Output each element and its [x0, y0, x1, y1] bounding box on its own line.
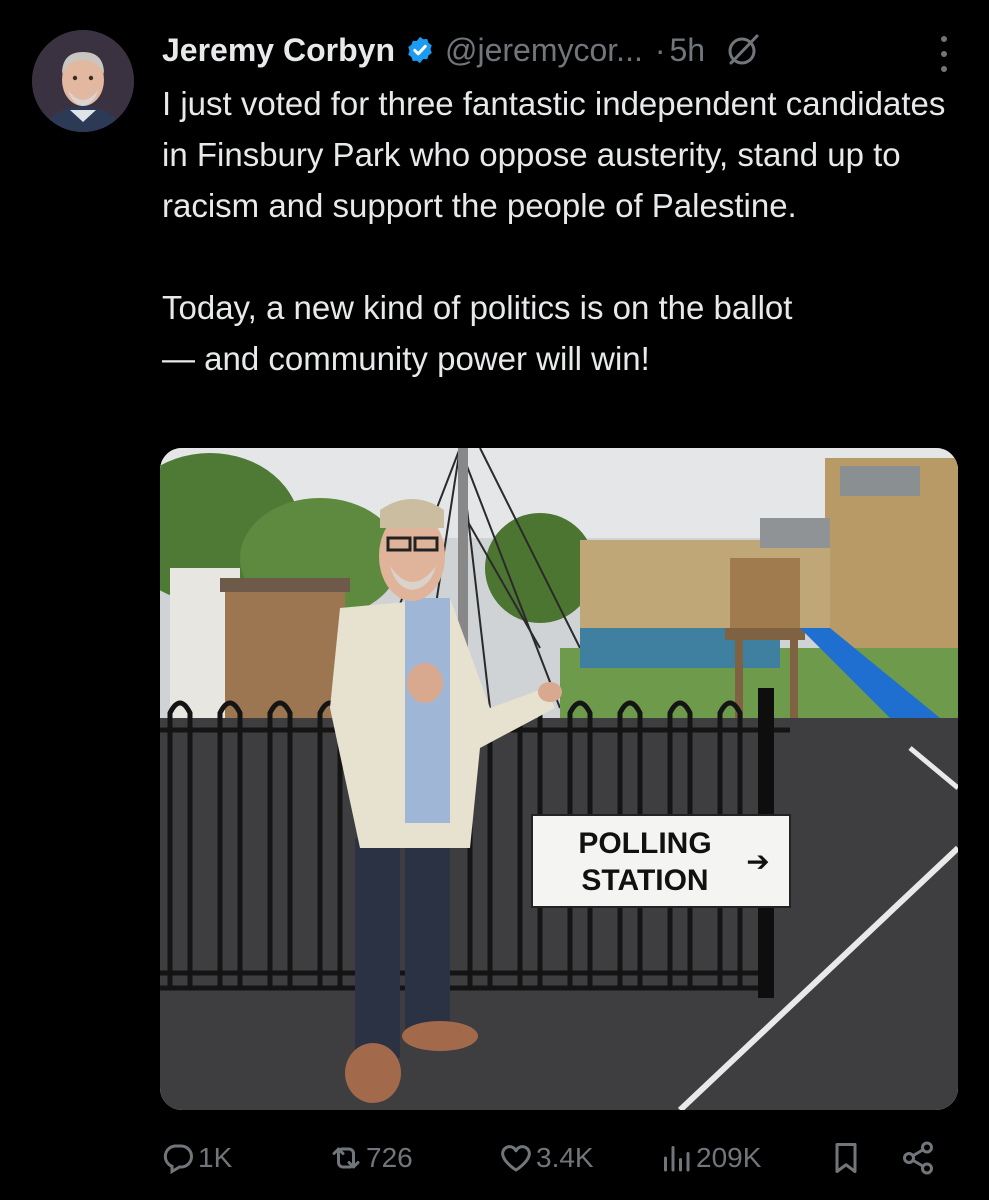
repost-button[interactable]: 726	[328, 1140, 413, 1176]
polling-station-sign: POLLING STATION ➔	[531, 814, 791, 908]
author-avatar[interactable]	[32, 30, 134, 132]
tweet-photo[interactable]: POLLING STATION ➔	[160, 448, 958, 1110]
share-icon	[903, 1141, 933, 1175]
grok-icon[interactable]	[723, 30, 763, 70]
photo-scene: POLLING STATION ➔	[160, 448, 958, 1110]
tweet-text: I just voted for three fantastic indepen…	[162, 78, 962, 384]
avatar-image	[32, 30, 134, 132]
tweet-paragraph-2: Today, a new kind of politics is on the …	[162, 289, 793, 377]
tweet-actions: 1K 726 3.4K 209K	[160, 1136, 950, 1184]
tweet: Jeremy Corbyn @jeremycor... · 5h I just …	[0, 0, 989, 1200]
share-button[interactable]	[900, 1140, 936, 1176]
tweet-paragraph-1: I just voted for three fantastic indepen…	[162, 85, 946, 224]
sign-arrow: ➔	[746, 845, 769, 878]
repost-icon	[332, 1147, 360, 1169]
sign-line-2: STATION	[581, 864, 708, 897]
views-button[interactable]: 209K	[658, 1140, 761, 1176]
sign-line-1: POLLING	[578, 827, 711, 860]
more-options-icon[interactable]	[937, 36, 951, 72]
time-separator: ·	[654, 31, 666, 68]
timestamp[interactable]: 5h	[670, 32, 706, 69]
reply-button[interactable]: 1K	[160, 1140, 232, 1176]
bookmark-icon	[835, 1143, 857, 1173]
bookmark-button[interactable]	[828, 1140, 864, 1176]
reply-count: 1K	[198, 1142, 233, 1173]
tweet-header: Jeremy Corbyn @jeremycor... · 5h	[162, 26, 949, 74]
repost-count: 726	[366, 1142, 413, 1173]
author-handle[interactable]: @jeremycor...	[445, 32, 643, 69]
views-chart-icon	[664, 1146, 690, 1172]
reply-icon	[163, 1144, 193, 1175]
verified-badge-icon[interactable]	[405, 35, 435, 65]
like-count: 3.4K	[536, 1142, 594, 1173]
author-name[interactable]: Jeremy Corbyn	[162, 32, 395, 69]
heart-icon	[501, 1145, 531, 1172]
views-count: 209K	[696, 1142, 762, 1173]
like-button[interactable]: 3.4K	[498, 1140, 594, 1176]
